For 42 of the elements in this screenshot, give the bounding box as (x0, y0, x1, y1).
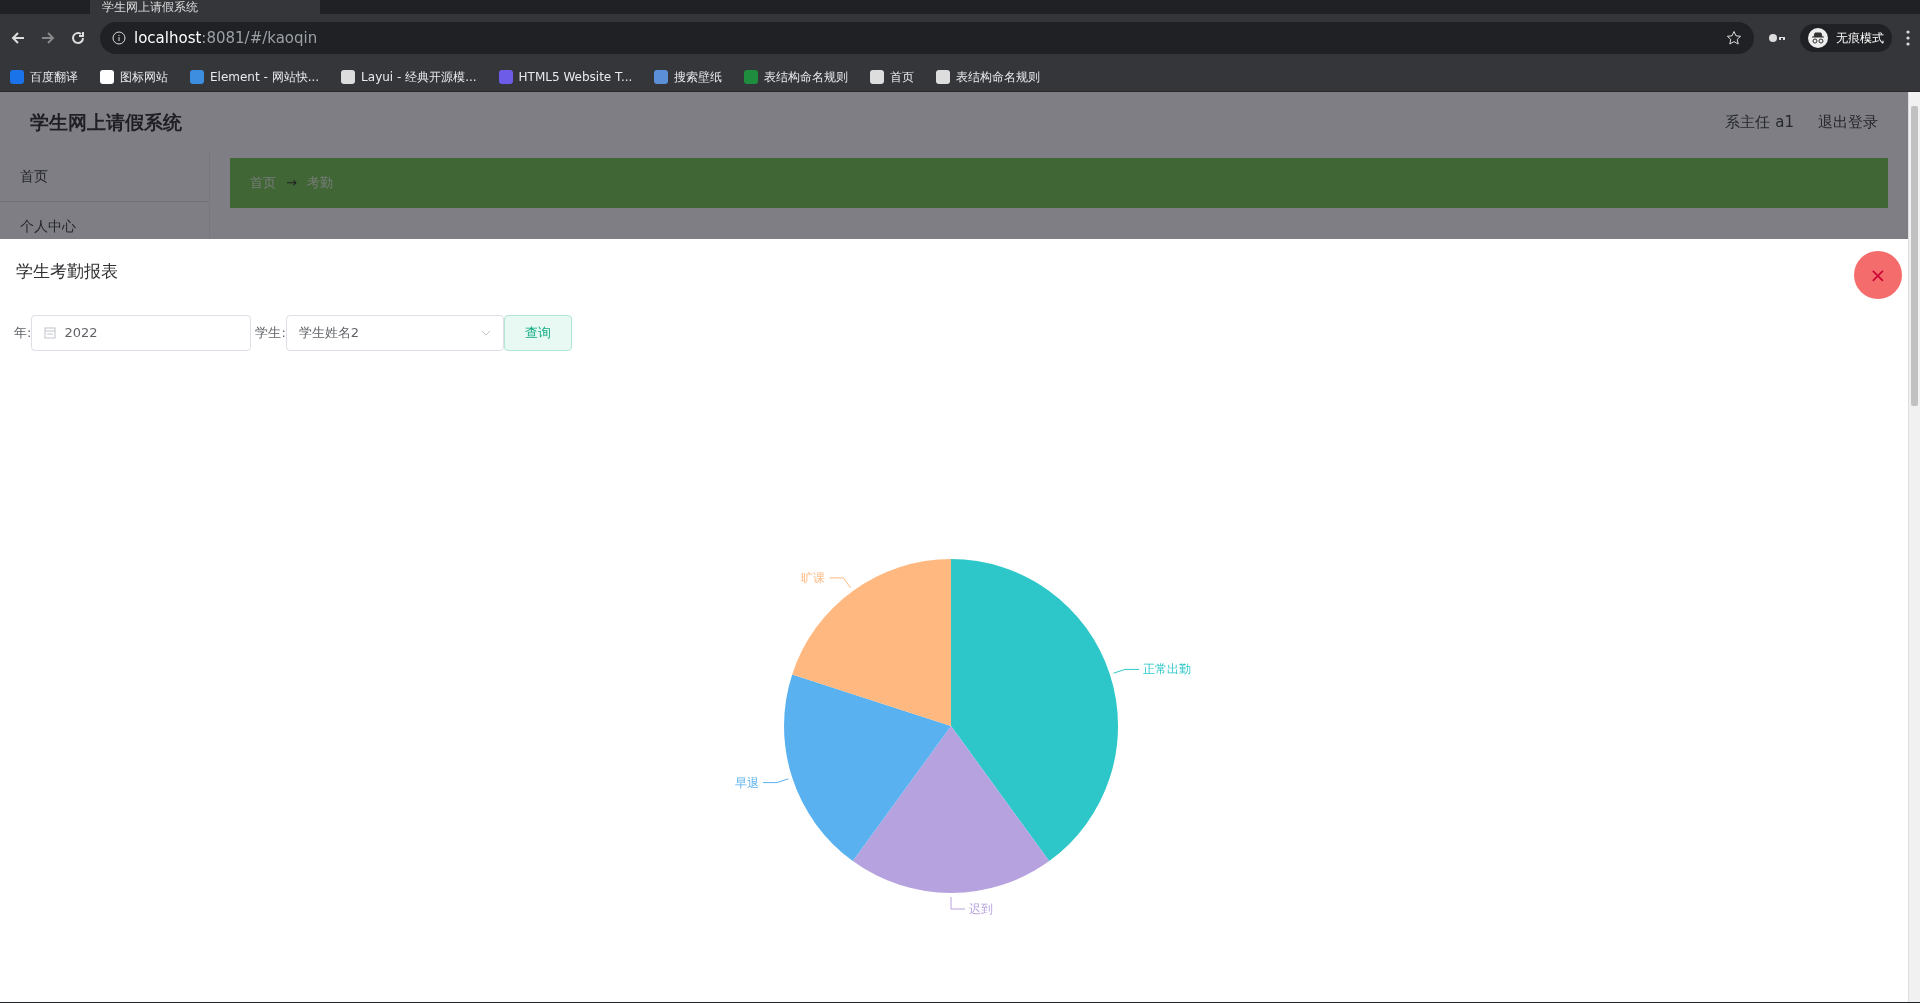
leader-line (950, 896, 966, 910)
app-title: 学生网上请假系统 (30, 109, 182, 135)
student-select[interactable]: 学生姓名2 (285, 314, 504, 351)
sidebar-item[interactable]: 首页 (0, 152, 209, 202)
bookmark[interactable]: 百度翻译 (10, 67, 78, 86)
incognito-icon (1808, 28, 1828, 48)
leader-line (762, 778, 789, 784)
info-icon (112, 31, 126, 45)
leader-line (1113, 668, 1140, 674)
logout-link[interactable]: 退出登录 (1818, 110, 1878, 134)
bookmark[interactable]: HTML5 Website T... (498, 67, 633, 86)
tab-title: 学生网上请假系统 (102, 1, 198, 13)
year-picker[interactable]: 2022 (31, 314, 252, 351)
caret-icon (480, 329, 491, 336)
breadcrumb-item: → (286, 174, 297, 193)
bookmark[interactable]: 搜索壁纸 (654, 67, 723, 86)
calendar-icon (44, 326, 57, 339)
bookmark[interactable]: Element - 网站快... (190, 67, 320, 86)
dialog-title: 学生考勤报表 (16, 260, 118, 283)
incognito-chip[interactable]: 无痕模式 (1800, 24, 1892, 52)
address-bar[interactable]: localhost:8081/#/kaoqin (100, 22, 1754, 54)
bookmark[interactable]: 首页 (870, 67, 915, 86)
bookmark[interactable]: 图标网站 (100, 67, 168, 86)
star-icon[interactable] (1726, 30, 1742, 46)
scrollbar-thumb[interactable] (1911, 106, 1918, 406)
back-icon[interactable] (10, 30, 26, 46)
year-label: 年: (14, 323, 32, 342)
bookmark[interactable]: 表结构命名规则 (936, 67, 1041, 86)
reload-icon[interactable] (70, 30, 86, 46)
key-icon[interactable] (1768, 32, 1786, 44)
student-label: 学生: (255, 323, 286, 342)
slice-label: 早退 (735, 775, 759, 790)
user-name: 系主任 a1 (1725, 111, 1794, 133)
more-icon[interactable] (1906, 30, 1910, 46)
slice-label: 旷课 (801, 570, 826, 585)
leader-line (828, 577, 851, 589)
slice-label: 迟到 (969, 902, 993, 916)
browser-tab[interactable]: 学生网上请假系统 (90, 0, 320, 14)
forward-icon[interactable] (40, 30, 56, 46)
bookmark[interactable]: Layui - 经典开源模... (341, 67, 477, 86)
slice-label: 正常出勤 (1143, 662, 1191, 677)
bookmark[interactable]: 表结构命名规则 (744, 67, 849, 86)
